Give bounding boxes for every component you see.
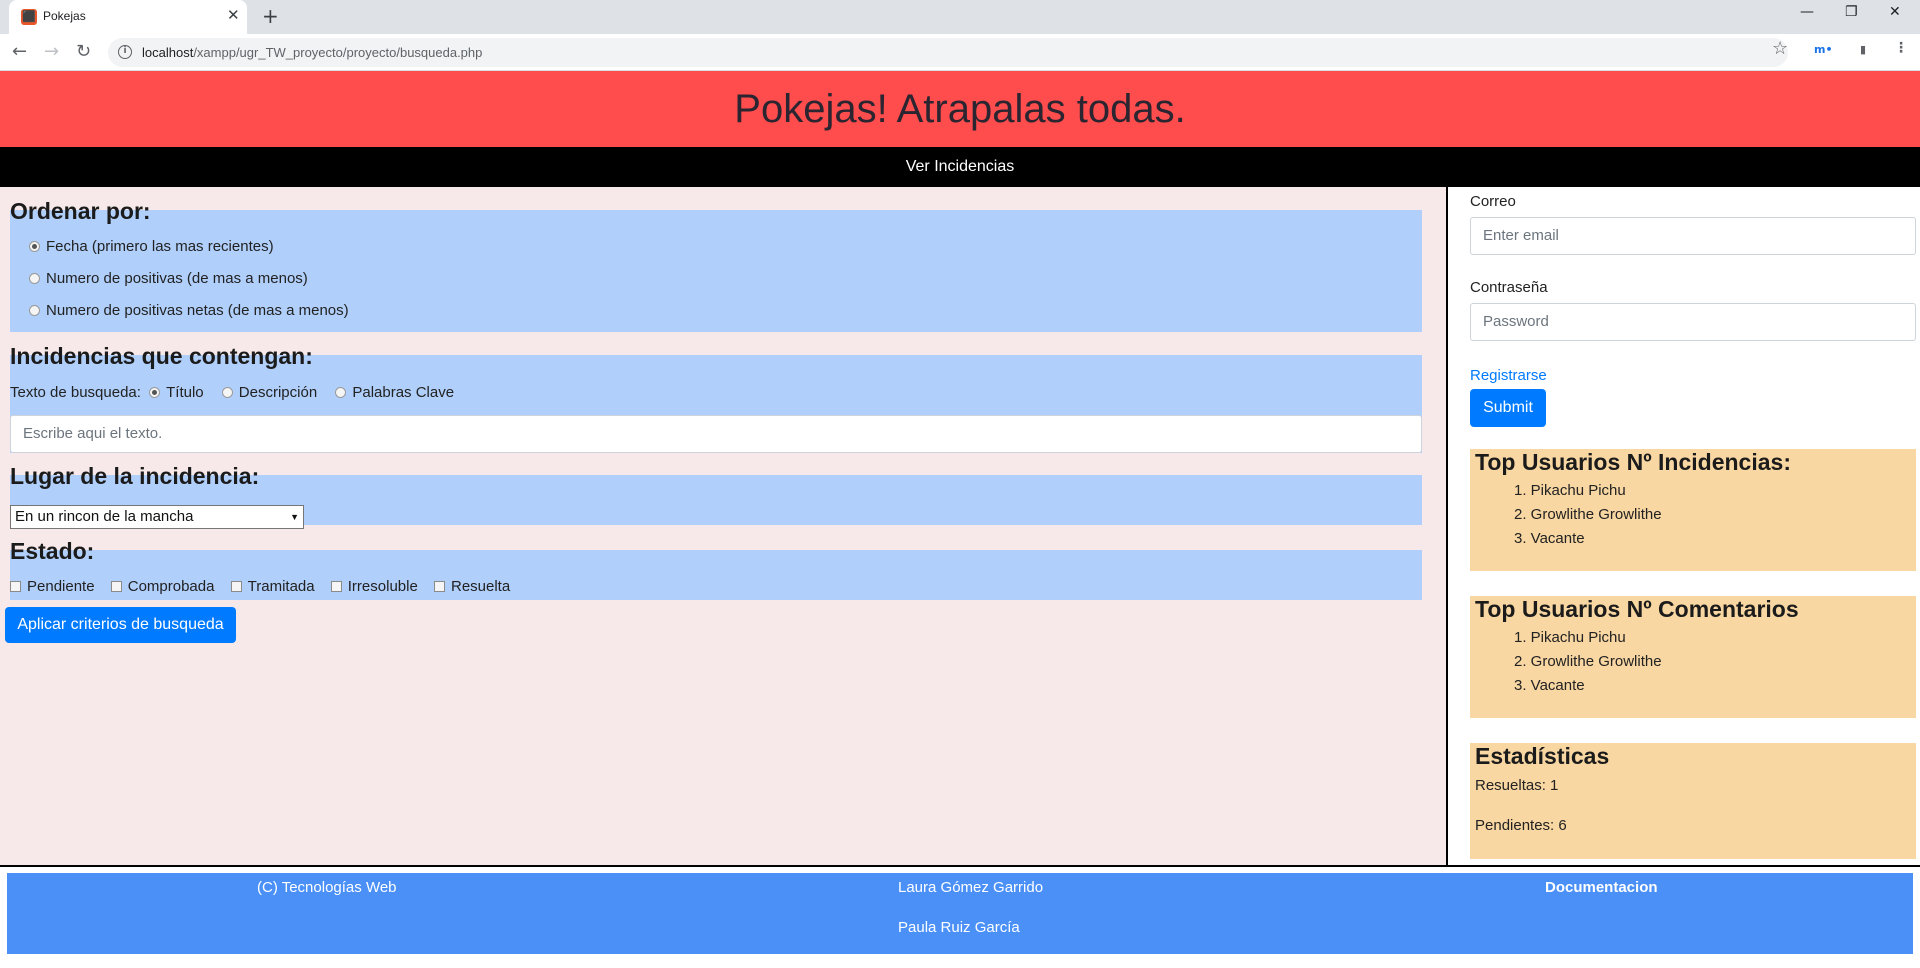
profile-icon[interactable]: ▮ bbox=[1860, 43, 1866, 56]
label-titulo: Título bbox=[166, 384, 204, 401]
tab-title: Pokejas bbox=[43, 9, 86, 23]
minimize-icon[interactable]: — bbox=[1800, 4, 1814, 20]
order-heading: Ordenar por: bbox=[10, 198, 151, 224]
apply-search-button[interactable]: Aplicar criterios de busqueda bbox=[5, 607, 236, 643]
browser-tab[interactable]: ⬛ Pokejas ✕ bbox=[9, 0, 247, 34]
top-incidencias-heading: Top Usuarios Nº Incidencias: bbox=[1475, 449, 1791, 475]
dropdown-arrow-icon: ▼ bbox=[290, 512, 299, 522]
radio-palabras-clave[interactable] bbox=[335, 387, 347, 398]
reload-icon[interactable]: ↻ bbox=[76, 41, 91, 62]
list-item: 3. Vacante bbox=[1514, 677, 1585, 694]
state-section: Estado: Pendiente Comprobada Tramitada I… bbox=[10, 538, 1422, 600]
email-label: Correo bbox=[1470, 193, 1516, 210]
password-field[interactable]: Password bbox=[1470, 303, 1916, 341]
new-tab-icon[interactable]: + bbox=[262, 4, 279, 28]
footer-divider bbox=[0, 865, 1920, 867]
list-item: 2. Growlithe Growlithe bbox=[1514, 653, 1662, 670]
register-link[interactable]: Registrarse bbox=[1470, 367, 1547, 384]
search-text-input[interactable]: Escribe aqui el texto. bbox=[10, 415, 1422, 453]
forward-icon[interactable]: → bbox=[44, 41, 59, 62]
menu-kebab-icon[interactable]: ⋮ bbox=[1894, 40, 1908, 56]
contain-heading: Incidencias que contengan: bbox=[10, 343, 313, 369]
site-footer: (C) Tecnologías Web Laura Gómez Garrido … bbox=[7, 873, 1913, 954]
order-option-fecha[interactable]: Fecha (primero las mas recientes) bbox=[29, 238, 274, 255]
label-comprobada: Comprobada bbox=[127, 578, 215, 595]
top-comentarios-heading: Top Usuarios Nº Comentarios bbox=[1475, 596, 1799, 622]
checkbox-comprobada[interactable] bbox=[110, 581, 122, 592]
radio-titulo[interactable] bbox=[149, 387, 161, 398]
state-heading: Estado: bbox=[10, 538, 95, 564]
list-item: 1. Pikachu Pichu bbox=[1514, 482, 1626, 499]
checkbox-resuelta[interactable] bbox=[433, 581, 445, 592]
top-comentarios-list: 1. Pikachu Pichu 2. Growlithe Growlithe … bbox=[1514, 626, 1662, 698]
label-pendiente: Pendiente bbox=[27, 578, 95, 595]
tab-close-icon[interactable]: ✕ bbox=[227, 6, 240, 24]
stats-card: Estadísticas Resueltas: 1 Pendientes: 6 bbox=[1470, 743, 1916, 859]
bookmark-star-icon[interactable]: ☆ bbox=[1772, 38, 1788, 59]
search-text-label: Texto de busqueda: bbox=[10, 384, 141, 401]
state-checkbox-row: Pendiente Comprobada Tramitada Irresolub… bbox=[10, 578, 510, 595]
xampp-favicon-icon: ⬛ bbox=[21, 9, 37, 25]
order-option-positivas[interactable]: Numero de positivas (de mas a menos) bbox=[29, 270, 308, 287]
url-text: localhost/xampp/ugr_TW_proyecto/proyecto… bbox=[142, 45, 483, 60]
nav-ver-incidencias[interactable]: Ver Incidencias bbox=[0, 147, 1920, 187]
browser-tab-strip: ⬛ Pokejas ✕ + — ❐ ✕ bbox=[0, 0, 1920, 34]
checkbox-tramitada[interactable] bbox=[230, 581, 242, 592]
radio-fecha[interactable] bbox=[29, 241, 40, 252]
radio-positivas[interactable] bbox=[29, 273, 40, 284]
address-bar[interactable]: i localhost/xampp/ugr_TW_proyecto/proyec… bbox=[108, 38, 1788, 67]
site-title: Pokejas! Atrapalas todas. bbox=[734, 87, 1186, 131]
place-select[interactable]: En un rincon de la mancha ▼ bbox=[10, 505, 304, 529]
back-icon[interactable]: ← bbox=[12, 41, 27, 62]
web-page: Pokejas! Atrapalas todas. Ver Incidencia… bbox=[0, 71, 1920, 968]
site-navbar: Ver Incidencias bbox=[0, 147, 1920, 187]
list-item: 2. Growlithe Growlithe bbox=[1514, 506, 1662, 523]
order-section: Ordenar por: Fecha (primero las mas reci… bbox=[10, 198, 1422, 332]
submit-button[interactable]: Submit bbox=[1470, 389, 1546, 427]
radio-descripcion[interactable] bbox=[221, 387, 233, 398]
footer-author-1: Laura Gómez Garrido bbox=[898, 879, 1044, 896]
extension-icon[interactable]: m• bbox=[1814, 43, 1833, 56]
place-heading: Lugar de la incidencia: bbox=[10, 463, 260, 489]
sidebar: Correo Enter email Contraseña Password R… bbox=[1450, 187, 1920, 865]
top-incidencias-list: 1. Pikachu Pichu 2. Growlithe Growlithe … bbox=[1514, 479, 1662, 551]
top-comentarios-card: Top Usuarios Nº Comentarios 1. Pikachu P… bbox=[1470, 596, 1916, 718]
order-option-netas[interactable]: Numero de positivas netas (de mas a meno… bbox=[29, 302, 349, 319]
label-tramitada: Tramitada bbox=[247, 578, 315, 595]
browser-toolbar: ← → ↻ i localhost/xampp/ugr_TW_proyecto/… bbox=[0, 34, 1920, 71]
label-palabras-clave: Palabras Clave bbox=[352, 384, 455, 401]
radio-netas[interactable] bbox=[29, 305, 40, 316]
search-type-row: Texto de busqueda: Título Descripción Pa… bbox=[10, 384, 454, 401]
search-form: Ordenar por: Fecha (primero las mas reci… bbox=[0, 187, 1448, 865]
stats-resueltas: Resueltas: 1 bbox=[1475, 777, 1559, 794]
checkbox-irresoluble[interactable] bbox=[330, 581, 342, 592]
footer-documentation-link[interactable]: Documentacion bbox=[1545, 879, 1658, 896]
footer-author-2: Paula Ruiz García bbox=[898, 919, 1020, 936]
stats-heading: Estadísticas bbox=[1475, 743, 1610, 769]
restore-icon[interactable]: ❐ bbox=[1845, 4, 1858, 20]
label-descripcion: Descripción bbox=[238, 384, 318, 401]
footer-copyright: (C) Tecnologías Web bbox=[257, 879, 397, 896]
close-window-icon[interactable]: ✕ bbox=[1889, 4, 1901, 20]
place-selected-value: En un rincon de la mancha bbox=[15, 508, 194, 525]
stats-pendientes: Pendientes: 6 bbox=[1475, 817, 1567, 834]
site-header: Pokejas! Atrapalas todas. bbox=[0, 71, 1920, 147]
checkbox-pendiente[interactable] bbox=[10, 581, 21, 592]
top-incidencias-card: Top Usuarios Nº Incidencias: 1. Pikachu … bbox=[1470, 449, 1916, 571]
email-field[interactable]: Enter email bbox=[1470, 217, 1916, 255]
label-irresoluble: Irresoluble bbox=[347, 578, 418, 595]
list-item: 3. Vacante bbox=[1514, 530, 1585, 547]
info-icon[interactable]: i bbox=[118, 45, 132, 59]
password-label: Contraseña bbox=[1470, 279, 1548, 296]
label-resuelta: Resuelta bbox=[450, 578, 511, 595]
list-item: 1. Pikachu Pichu bbox=[1514, 629, 1626, 646]
